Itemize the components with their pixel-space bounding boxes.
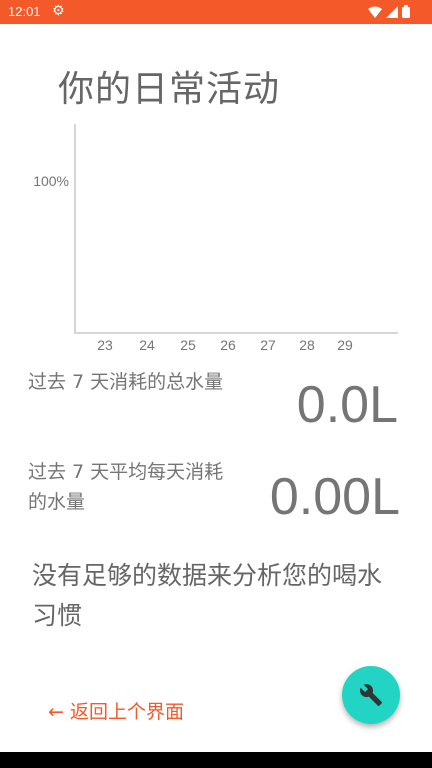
- average-label-line1: 过去 7 天平均每天消耗: [28, 461, 224, 483]
- x-tick-labels: 23 24 25 26 27 28 29: [97, 337, 353, 353]
- wrench-icon: [359, 684, 382, 706]
- y-tick-label: 100%: [33, 173, 69, 189]
- x-tick-label: 27: [260, 337, 276, 353]
- settings-fab-button[interactable]: [342, 666, 400, 724]
- chart-svg: 100% 23 24 25 26 27 28 29: [33, 124, 398, 353]
- insight-line1: 没有足够的数据来分析您的喝水: [32, 561, 383, 590]
- insight-message: 没有足够的数据来分析您的喝水 习惯: [32, 556, 412, 636]
- back-button[interactable]: ← 返回上个界面: [48, 697, 184, 724]
- x-tick-label: 28: [299, 337, 315, 353]
- x-tick-label: 25: [180, 337, 196, 353]
- x-tick-label: 29: [337, 337, 353, 353]
- average-consumption-label: 过去 7 天平均每天消耗 的水量: [28, 457, 223, 517]
- total-consumption-value: 0.0L: [296, 376, 398, 434]
- navigation-bar: [0, 752, 432, 768]
- daily-chart: 100% 23 24 25 26 27 28 29: [0, 0, 432, 360]
- average-label-line2: 的水量: [28, 491, 86, 513]
- total-consumption-label: 过去 7 天消耗的总水量: [28, 371, 224, 393]
- average-consumption-value: 0.00L: [269, 468, 400, 526]
- x-tick-label: 26: [220, 337, 236, 353]
- x-tick-label: 23: [97, 337, 113, 353]
- insight-line2: 习惯: [32, 601, 83, 630]
- x-tick-label: 24: [139, 337, 155, 353]
